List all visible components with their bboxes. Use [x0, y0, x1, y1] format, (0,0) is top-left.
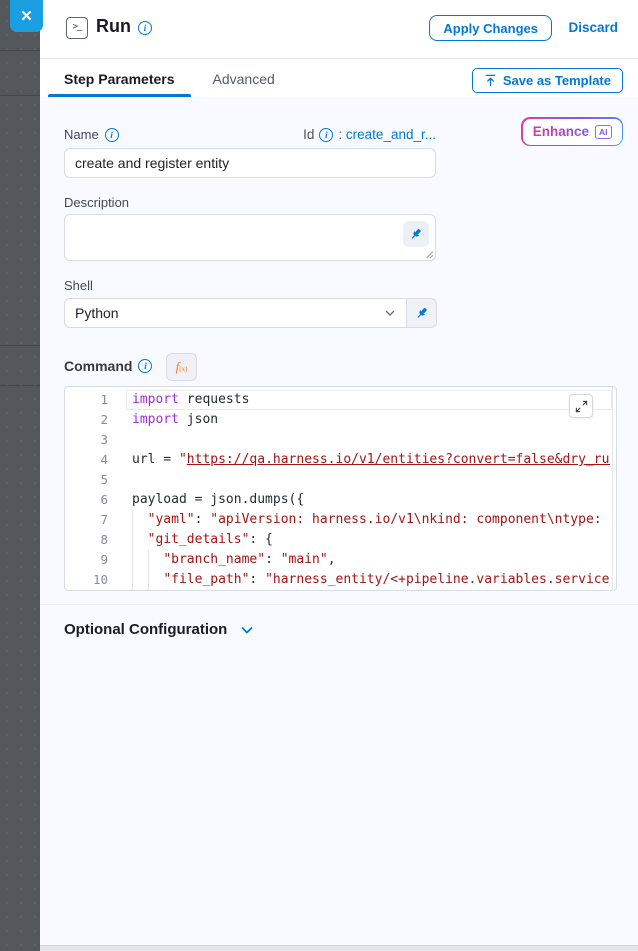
tab-step-parameters[interactable]: Step Parameters: [48, 60, 191, 97]
code-line[interactable]: 5: [65, 470, 610, 490]
drawer-header: >_ Run i Apply Changes Discard: [40, 0, 638, 59]
close-drawer-button[interactable]: ✕: [10, 0, 43, 32]
editor-right-border: [612, 387, 613, 590]
tab-bar: Step Parameters Advanced Save as Templat…: [40, 60, 638, 97]
tab-label: Step Parameters: [64, 71, 175, 87]
command-label: Command: [64, 358, 132, 374]
id-row: Id i : create_and_r...: [303, 127, 436, 142]
code-line[interactable]: 9 "branch_name": "main",: [65, 550, 610, 570]
code-editor-lines[interactable]: 1 import requests 2 import json 34 url = "htt…: [65, 387, 610, 590]
step-parameters-panel: Name i Id i : create_and_r... Enhance AI…: [40, 97, 638, 951]
step-config-drawer: >_ Run i Apply Changes Discard Step Para…: [40, 0, 638, 951]
code-line[interactable]: 3: [65, 430, 610, 450]
code-line[interactable]: 2 import json: [65, 410, 610, 430]
id-label: Id: [303, 127, 314, 142]
section-divider: [40, 604, 638, 605]
command-label-row: Command i: [64, 358, 152, 374]
ai-badge: AI: [595, 125, 612, 139]
code-line-content: import requests: [132, 390, 610, 410]
description-field-wrap: [64, 214, 436, 261]
pin-icon: [409, 227, 423, 241]
line-number: 7: [65, 510, 108, 530]
id-info-icon[interactable]: i: [319, 128, 333, 142]
fx-sub-label: (x): [179, 365, 187, 373]
line-number: 10: [65, 570, 108, 590]
line-number: 9: [65, 550, 108, 570]
code-line[interactable]: 10 "file_path": "harness_entity/<+pipeli…: [65, 570, 610, 590]
code-line-content: [132, 470, 610, 490]
run-step-terminal-icon: >_: [66, 17, 88, 39]
optional-configuration-label: Optional Configuration: [64, 621, 227, 638]
code-line[interactable]: 4 url = "https://qa.harness.io/v1/entitie…: [65, 450, 610, 470]
line-number: 8: [65, 530, 108, 550]
code-line-content: [132, 430, 610, 450]
code-line[interactable]: 6 payload = json.dumps({: [65, 490, 610, 510]
name-label: Name: [64, 127, 99, 142]
line-number: 4: [65, 450, 108, 470]
code-line-content: "git_details": {: [132, 530, 610, 550]
window-bottom-edge: [40, 945, 638, 951]
canvas-divider: [0, 50, 40, 51]
tab-advanced[interactable]: Advanced: [197, 60, 291, 97]
line-number: 6: [65, 490, 108, 510]
chevron-down-icon: [384, 307, 396, 319]
tab-label: Advanced: [213, 71, 275, 87]
code-line-content: url = "https://qa.harness.io/v1/entities…: [132, 450, 610, 470]
pipeline-canvas-background: [0, 0, 40, 951]
command-info-icon[interactable]: i: [138, 359, 152, 373]
line-number: 2: [65, 410, 108, 430]
canvas-divider: [0, 385, 40, 386]
line-number: 3: [65, 430, 108, 450]
description-label: Description: [64, 195, 129, 210]
description-pin-button[interactable]: [403, 221, 429, 247]
code-line-content: "file_path": "harness_entity/<+pipeline.…: [132, 570, 610, 590]
shell-pin-button[interactable]: [407, 298, 437, 328]
name-input[interactable]: [64, 148, 436, 178]
command-code-editor[interactable]: 1 import requests 2 import json 34 url = "htt…: [64, 386, 617, 591]
upload-template-icon: [484, 74, 497, 87]
code-line[interactable]: 1 import requests: [65, 390, 610, 410]
shell-select[interactable]: Python: [64, 298, 407, 328]
shell-label: Shell: [64, 278, 93, 293]
line-number: 5: [65, 470, 108, 490]
enhance-ai-button[interactable]: Enhance AI: [521, 117, 623, 146]
discard-button[interactable]: Discard: [568, 20, 618, 35]
enhance-ai-button-inner: Enhance AI: [523, 119, 622, 145]
description-textarea[interactable]: [64, 214, 436, 261]
name-info-icon[interactable]: i: [105, 128, 119, 142]
id-value[interactable]: : create_and_r...: [338, 127, 436, 142]
code-line-content: payload = json.dumps({: [132, 490, 610, 510]
optional-configuration-toggle[interactable]: Optional Configuration: [64, 621, 255, 638]
save-as-template-label: Save as Template: [503, 73, 611, 88]
save-as-template-button[interactable]: Save as Template: [472, 68, 623, 93]
line-number: 1: [65, 390, 108, 410]
expression-fx-button[interactable]: f(x): [166, 353, 197, 381]
step-info-icon[interactable]: i: [138, 21, 152, 35]
canvas-divider: [0, 345, 40, 346]
code-line[interactable]: 7 "yaml": "apiVersion: harness.io/v1\nki…: [65, 510, 610, 530]
expand-editor-button[interactable]: [569, 394, 593, 418]
canvas-divider: [0, 95, 40, 96]
code-line-content: "yaml": "apiVersion: harness.io/v1\nkind…: [132, 510, 610, 530]
code-line-content: import json: [132, 410, 610, 430]
code-line[interactable]: 8 "git_details": {: [65, 530, 610, 550]
shell-selected-value: Python: [75, 305, 119, 321]
apply-changes-button[interactable]: Apply Changes: [429, 15, 552, 41]
code-line-content: "branch_name": "main",: [132, 550, 610, 570]
pin-icon: [415, 306, 429, 320]
step-title: Run: [96, 16, 131, 37]
screen: ✕ >_ Run i Apply Changes Discard Step Pa…: [0, 0, 638, 951]
enhance-label: Enhance: [533, 124, 589, 139]
chevron-down-icon: [239, 622, 255, 638]
expand-icon: [575, 400, 588, 413]
name-label-row: Name i: [64, 127, 119, 142]
